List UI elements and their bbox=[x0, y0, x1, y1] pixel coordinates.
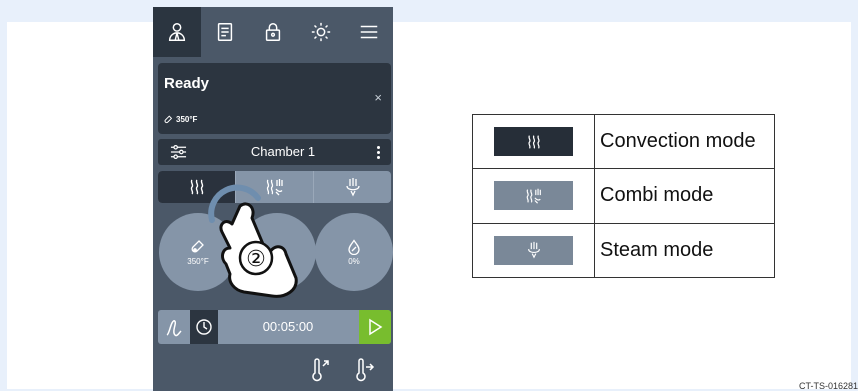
legend-label-convection: Convection mode bbox=[594, 113, 775, 170]
nav-user-button[interactable] bbox=[153, 7, 201, 57]
cooking-curve-button[interactable] bbox=[158, 310, 190, 344]
mode-legend: Convection mode Combi mode Steam mode bbox=[472, 113, 775, 279]
combi-icon bbox=[526, 188, 541, 204]
thermometer-icon bbox=[164, 115, 173, 124]
timer-bar: 00:05:00 bbox=[158, 310, 391, 344]
nav-brightness-button[interactable] bbox=[297, 7, 345, 57]
brightness-icon bbox=[311, 22, 331, 42]
document-code: CT-TS-016281 bbox=[798, 381, 858, 391]
steam-icon bbox=[527, 242, 540, 259]
tab-steam[interactable] bbox=[314, 171, 391, 203]
lock-icon bbox=[265, 23, 281, 41]
legend-swatch-steam bbox=[494, 235, 573, 265]
status-title: Ready bbox=[164, 75, 210, 92]
legend-label-steam: Steam mode bbox=[594, 222, 775, 279]
nav-menu-button[interactable] bbox=[345, 7, 393, 57]
nav-lock-button[interactable] bbox=[249, 7, 297, 57]
legend-swatch-convection bbox=[494, 127, 573, 157]
status-temperature: 350°F bbox=[164, 115, 197, 124]
humidity-dial[interactable]: 0% bbox=[315, 213, 393, 291]
humidity-icon bbox=[348, 238, 360, 255]
chamber-bar: Chamber 1 bbox=[158, 139, 391, 165]
humidity-value: 0% bbox=[348, 256, 360, 266]
bottom-bar bbox=[153, 347, 393, 391]
legend-row-combi: Combi mode bbox=[472, 168, 775, 224]
tap-gesture-icon: ② bbox=[208, 184, 298, 298]
legend-row-convection: Convection mode bbox=[472, 113, 775, 170]
steam-icon bbox=[345, 178, 360, 197]
more-vertical-icon[interactable] bbox=[365, 139, 391, 165]
recipe-book-icon bbox=[217, 23, 233, 41]
close-icon[interactable]: × bbox=[374, 90, 382, 105]
status-card: Ready × 350°F bbox=[158, 63, 391, 134]
core-probe-out-icon[interactable] bbox=[353, 358, 375, 382]
start-button[interactable] bbox=[359, 310, 391, 344]
nav-recipes-button[interactable] bbox=[201, 7, 249, 57]
legend-swatch-combi bbox=[494, 181, 573, 211]
cooking-curve-icon bbox=[166, 320, 182, 337]
legend-row-steam: Steam mode bbox=[472, 222, 775, 279]
gesture-step-number: ② bbox=[246, 247, 266, 272]
hamburger-menu-icon bbox=[360, 25, 378, 39]
convection-icon bbox=[527, 134, 540, 149]
clock-button[interactable] bbox=[190, 310, 218, 344]
top-navigation bbox=[153, 7, 393, 57]
chamber-label[interactable]: Chamber 1 bbox=[218, 139, 348, 165]
sliders-icon[interactable] bbox=[170, 144, 187, 160]
status-temperature-value: 350°F bbox=[176, 115, 198, 124]
core-probe-in-icon[interactable] bbox=[309, 358, 331, 382]
legend-label-combi: Combi mode bbox=[594, 168, 775, 224]
timer-value[interactable]: 00:05:00 bbox=[218, 310, 358, 344]
clock-icon bbox=[196, 319, 212, 335]
play-icon bbox=[369, 318, 383, 336]
user-icon bbox=[168, 23, 186, 41]
